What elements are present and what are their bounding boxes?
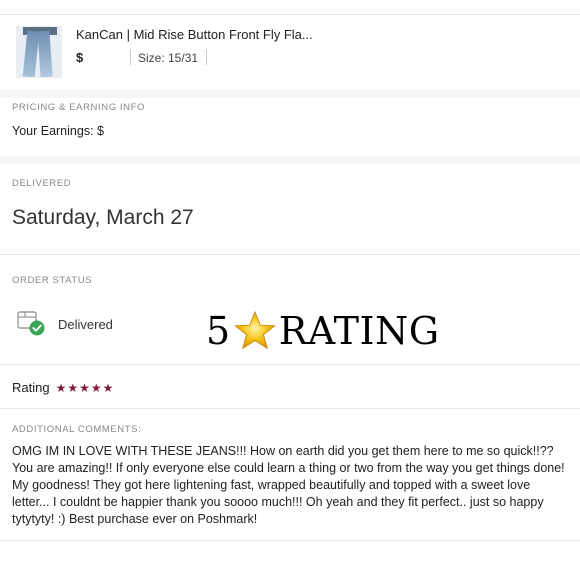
bottom-divider [0,540,580,541]
section-gap [0,156,580,164]
rating-row: Rating ★ ★ ★ ★ ★ [12,380,114,395]
rating-stars: ★ ★ ★ ★ ★ [56,382,115,394]
rating-star-icon: ★ [90,380,102,395]
rating-star-icon: ★ [67,380,79,395]
product-thumbnail[interactable] [16,26,62,78]
section-gap [0,90,580,98]
rating-overlay-caption: 5 RATING [206,307,440,355]
rating-star-icon: ★ [102,380,114,395]
delivered-date: Saturday, March 27 [12,206,194,229]
comments-label: ADDITIONAL COMMENTS: [12,424,142,435]
product-size: Size: 15/31 [138,51,199,65]
section-divider [0,254,580,255]
package-check-icon [17,311,45,336]
product-price: $ [76,50,84,65]
comments-text: OMG IM IN LOVE WITH THESE JEANS!!! How o… [12,444,565,526]
product-summary[interactable]: KanCan | Mid Rise Button Front Fly Fla..… [0,14,580,90]
section-divider [0,364,580,365]
product-title[interactable]: KanCan | Mid Rise Button Front Fly Fla..… [76,27,313,42]
delivered-section-label: DELIVERED [12,178,72,189]
price-size-separator [130,49,131,65]
your-earnings: Your Earnings: $ [12,124,104,138]
rating-label: Rating [12,380,50,395]
jeans-right-leg [37,30,53,77]
section-divider [0,408,580,409]
overlay-word: RATING [278,309,440,353]
size-separator [206,49,207,65]
order-status-label: ORDER STATUS [12,275,93,286]
rating-star-icon: ★ [55,380,67,395]
pricing-section-label: PRICING & EARNING INFO [12,102,146,113]
star-icon [233,310,276,350]
order-status-value: Delivered [58,317,113,332]
rating-star-icon: ★ [79,380,90,395]
overlay-number: 5 [206,309,231,353]
